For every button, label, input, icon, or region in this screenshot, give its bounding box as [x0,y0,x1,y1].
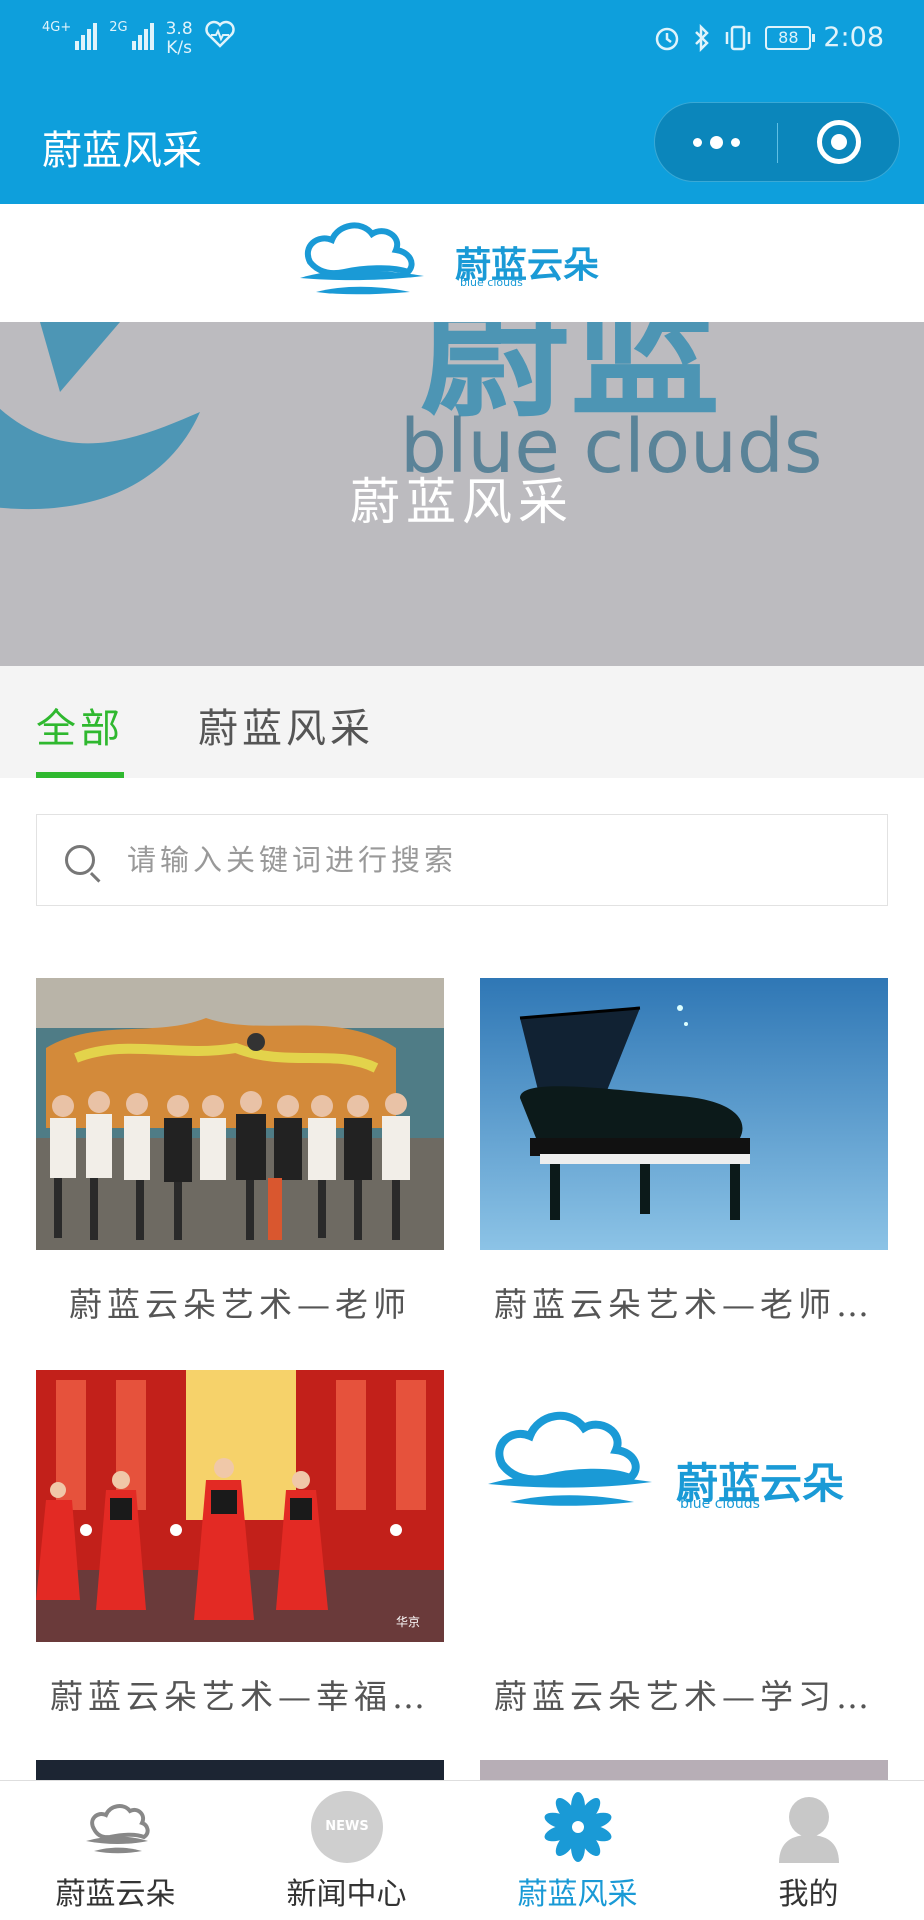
search-input[interactable] [127,837,827,883]
alarm-icon [656,27,679,50]
more-dot-icon [692,137,702,147]
content-card-partial[interactable] [36,1760,444,1780]
clock: 2:08 [823,22,884,53]
tab-bar-item-mine[interactable]: 我的 [693,1781,924,1920]
network-speed-value: 3.8 [165,19,193,39]
signal-2g-label: 2G [109,20,128,35]
more-dot-icon [709,135,723,149]
tab-bar-label: 蔚蓝云朵 [55,1877,176,1912]
banner-title: 蔚蓝风采 [350,473,574,531]
card-image-dance-stage[interactable]: 华京 [36,1370,444,1642]
status-bar: 4G+ 2G 3.8 K/s 88 2:08 [0,0,924,80]
tab-bar-label: 新闻中心 [286,1877,407,1912]
tab-bar-item-fengcai[interactable]: 蔚蓝风采 [462,1781,693,1920]
bluetooth-icon [695,23,710,52]
network-speed: 3.8 K/s [166,20,193,58]
content-card[interactable]: 蔚蓝云朵艺术—老师… [480,978,888,1338]
tab-weilan-fengcai[interactable]: 蔚蓝风采 [198,696,374,754]
content-card[interactable]: 蔚蓝云朵艺术—老师 [36,978,444,1338]
svg-text:华京: 华京 [396,1615,420,1629]
user-icon [779,1797,839,1863]
tab-bar-label: 蔚蓝风采 [517,1877,638,1912]
flower-icon [544,1792,612,1862]
mini-program-capsule [654,102,900,182]
card-image-logo[interactable]: 蔚蓝云朵 blue clouds [480,1370,888,1642]
card-title[interactable]: 蔚蓝云朵艺术—老师 [36,1278,444,1328]
brand-logo-sub: blue clouds [460,276,523,289]
content-card[interactable]: 华京 蔚蓝云朵艺术—幸福… [36,1370,444,1730]
news-icon: NEWS [311,1791,383,1863]
search-box [36,814,888,906]
signal-4g-icon: 4G+ [42,20,98,50]
category-tabs: 全部 蔚蓝风采 [0,666,924,778]
capsule-divider [777,123,778,163]
card-image-group-photo[interactable] [36,978,444,1250]
group-photo-image [36,978,444,1250]
tab-bar-label: 我的 [778,1877,839,1912]
card-title[interactable]: 蔚蓝云朵艺术—学习… [480,1670,888,1720]
card-logo-sub: blue clouds [680,1496,760,1512]
card-image-piano[interactable] [480,978,888,1250]
heart-rate-icon [204,20,235,48]
tab-all[interactable]: 全部 [36,696,124,754]
network-speed-unit: K/s [166,38,192,58]
tab-bar-item-home[interactable]: 蔚蓝云朵 [0,1781,231,1920]
nav-bar: 蔚蓝风采 [0,80,924,204]
content-card[interactable]: 蔚蓝云朵 blue clouds 蔚蓝云朵艺术—学习… [480,1370,888,1730]
more-dot-icon [730,137,740,147]
battery-icon: 88 [765,25,816,50]
close-program-button[interactable] [817,120,861,164]
piano-image [480,978,888,1250]
content-card-partial[interactable] [480,1760,888,1780]
signal-4g-label: 4G+ [42,20,72,35]
tab-bar-item-news[interactable]: NEWS 新闻中心 [231,1781,462,1920]
search-icon [65,845,95,875]
vibrate-icon [726,25,751,50]
card-title[interactable]: 蔚蓝云朵艺术—老师… [480,1278,888,1328]
page: 4G+ 2G 3.8 K/s 88 2:08 蔚蓝风采 蔚蓝云朵 blue cl… [0,0,924,1920]
brand-header: 蔚蓝云朵 blue clouds [0,204,924,322]
active-tab-indicator [36,772,124,778]
card-title[interactable]: 蔚蓝云朵艺术—幸福… [36,1670,444,1720]
cloud-icon [86,1804,150,1854]
banner-image: 蔚蓝 blue clouds 蔚蓝风采 [0,322,924,666]
cloud-logo-icon [300,222,424,295]
page-title: 蔚蓝风采 [42,128,202,174]
dance-stage-image: 华京 [36,1370,444,1642]
bottom-tab-bar: 蔚蓝云朵 NEWS 新闻中心 蔚蓝风采 我的 [0,1780,924,1920]
status-right: 88 2:08 [653,22,884,53]
more-menu-button[interactable] [655,103,777,181]
signal-2g-icon: 2G [109,20,154,50]
status-left: 4G+ 2G 3.8 K/s [42,20,235,58]
